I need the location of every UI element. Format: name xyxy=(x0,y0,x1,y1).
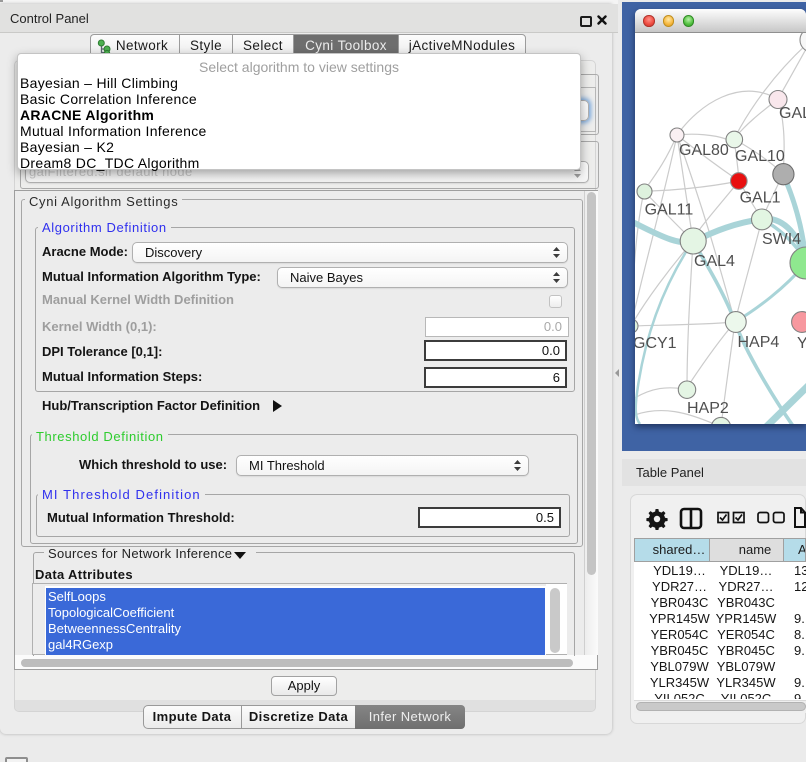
svg-text:GAL7: GAL7 xyxy=(779,105,806,122)
svg-text:HAP2: HAP2 xyxy=(687,400,729,417)
svg-text:GAL1: GAL1 xyxy=(740,190,781,207)
svg-text:GAL80: GAL80 xyxy=(679,142,729,159)
svg-text:GAL4: GAL4 xyxy=(694,253,735,270)
svg-text:GAL11: GAL11 xyxy=(645,202,694,219)
svg-text:GAL10: GAL10 xyxy=(735,148,785,165)
svg-text:SWI4: SWI4 xyxy=(762,231,801,248)
svg-text:HAP4: HAP4 xyxy=(738,334,780,351)
svg-text:GCY1: GCY1 xyxy=(635,335,677,352)
svg-text:Y: Y xyxy=(797,335,806,352)
